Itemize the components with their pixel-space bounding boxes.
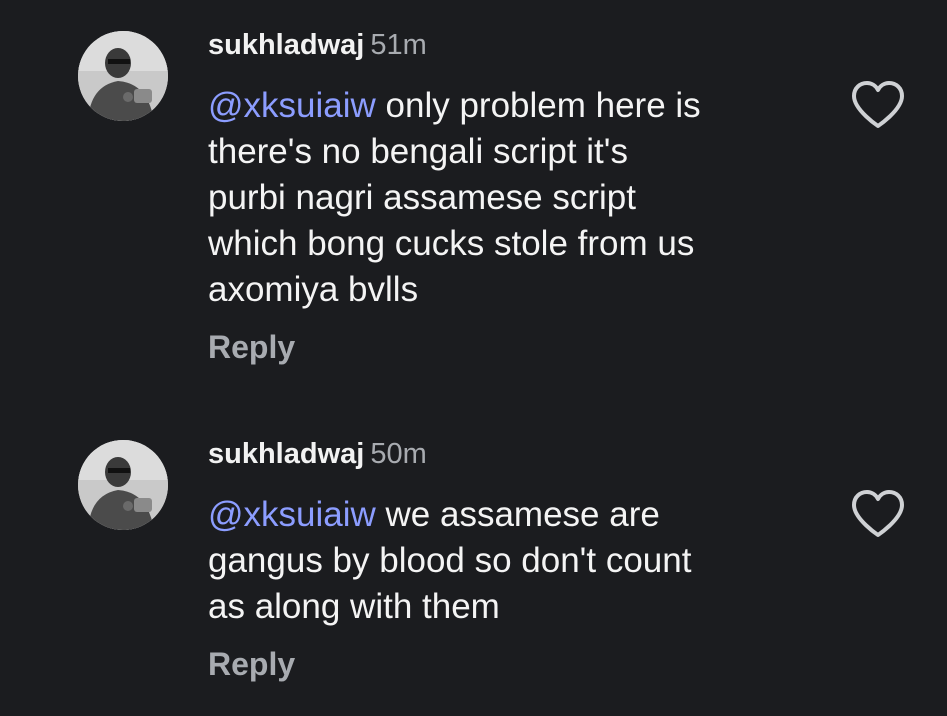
like-button[interactable] [850, 489, 906, 539]
comment-username[interactable]: sukhladwaj [208, 438, 364, 470]
avatar[interactable] [78, 440, 168, 530]
mention-link[interactable]: @xksuiaiw [208, 495, 376, 534]
comment-text: @xksuiaiw we assamese are gangus by bloo… [208, 492, 808, 630]
comment-item: sukhladwaj 50m @xksuiaiw we assamese are … [0, 0, 947, 716]
heart-outline-icon [852, 490, 904, 537]
avatar-photo [78, 440, 168, 530]
comment-timestamp: 50m [370, 438, 427, 470]
comment-meta: sukhladwaj 50m [208, 437, 427, 471]
reply-button[interactable]: Reply [208, 645, 295, 683]
